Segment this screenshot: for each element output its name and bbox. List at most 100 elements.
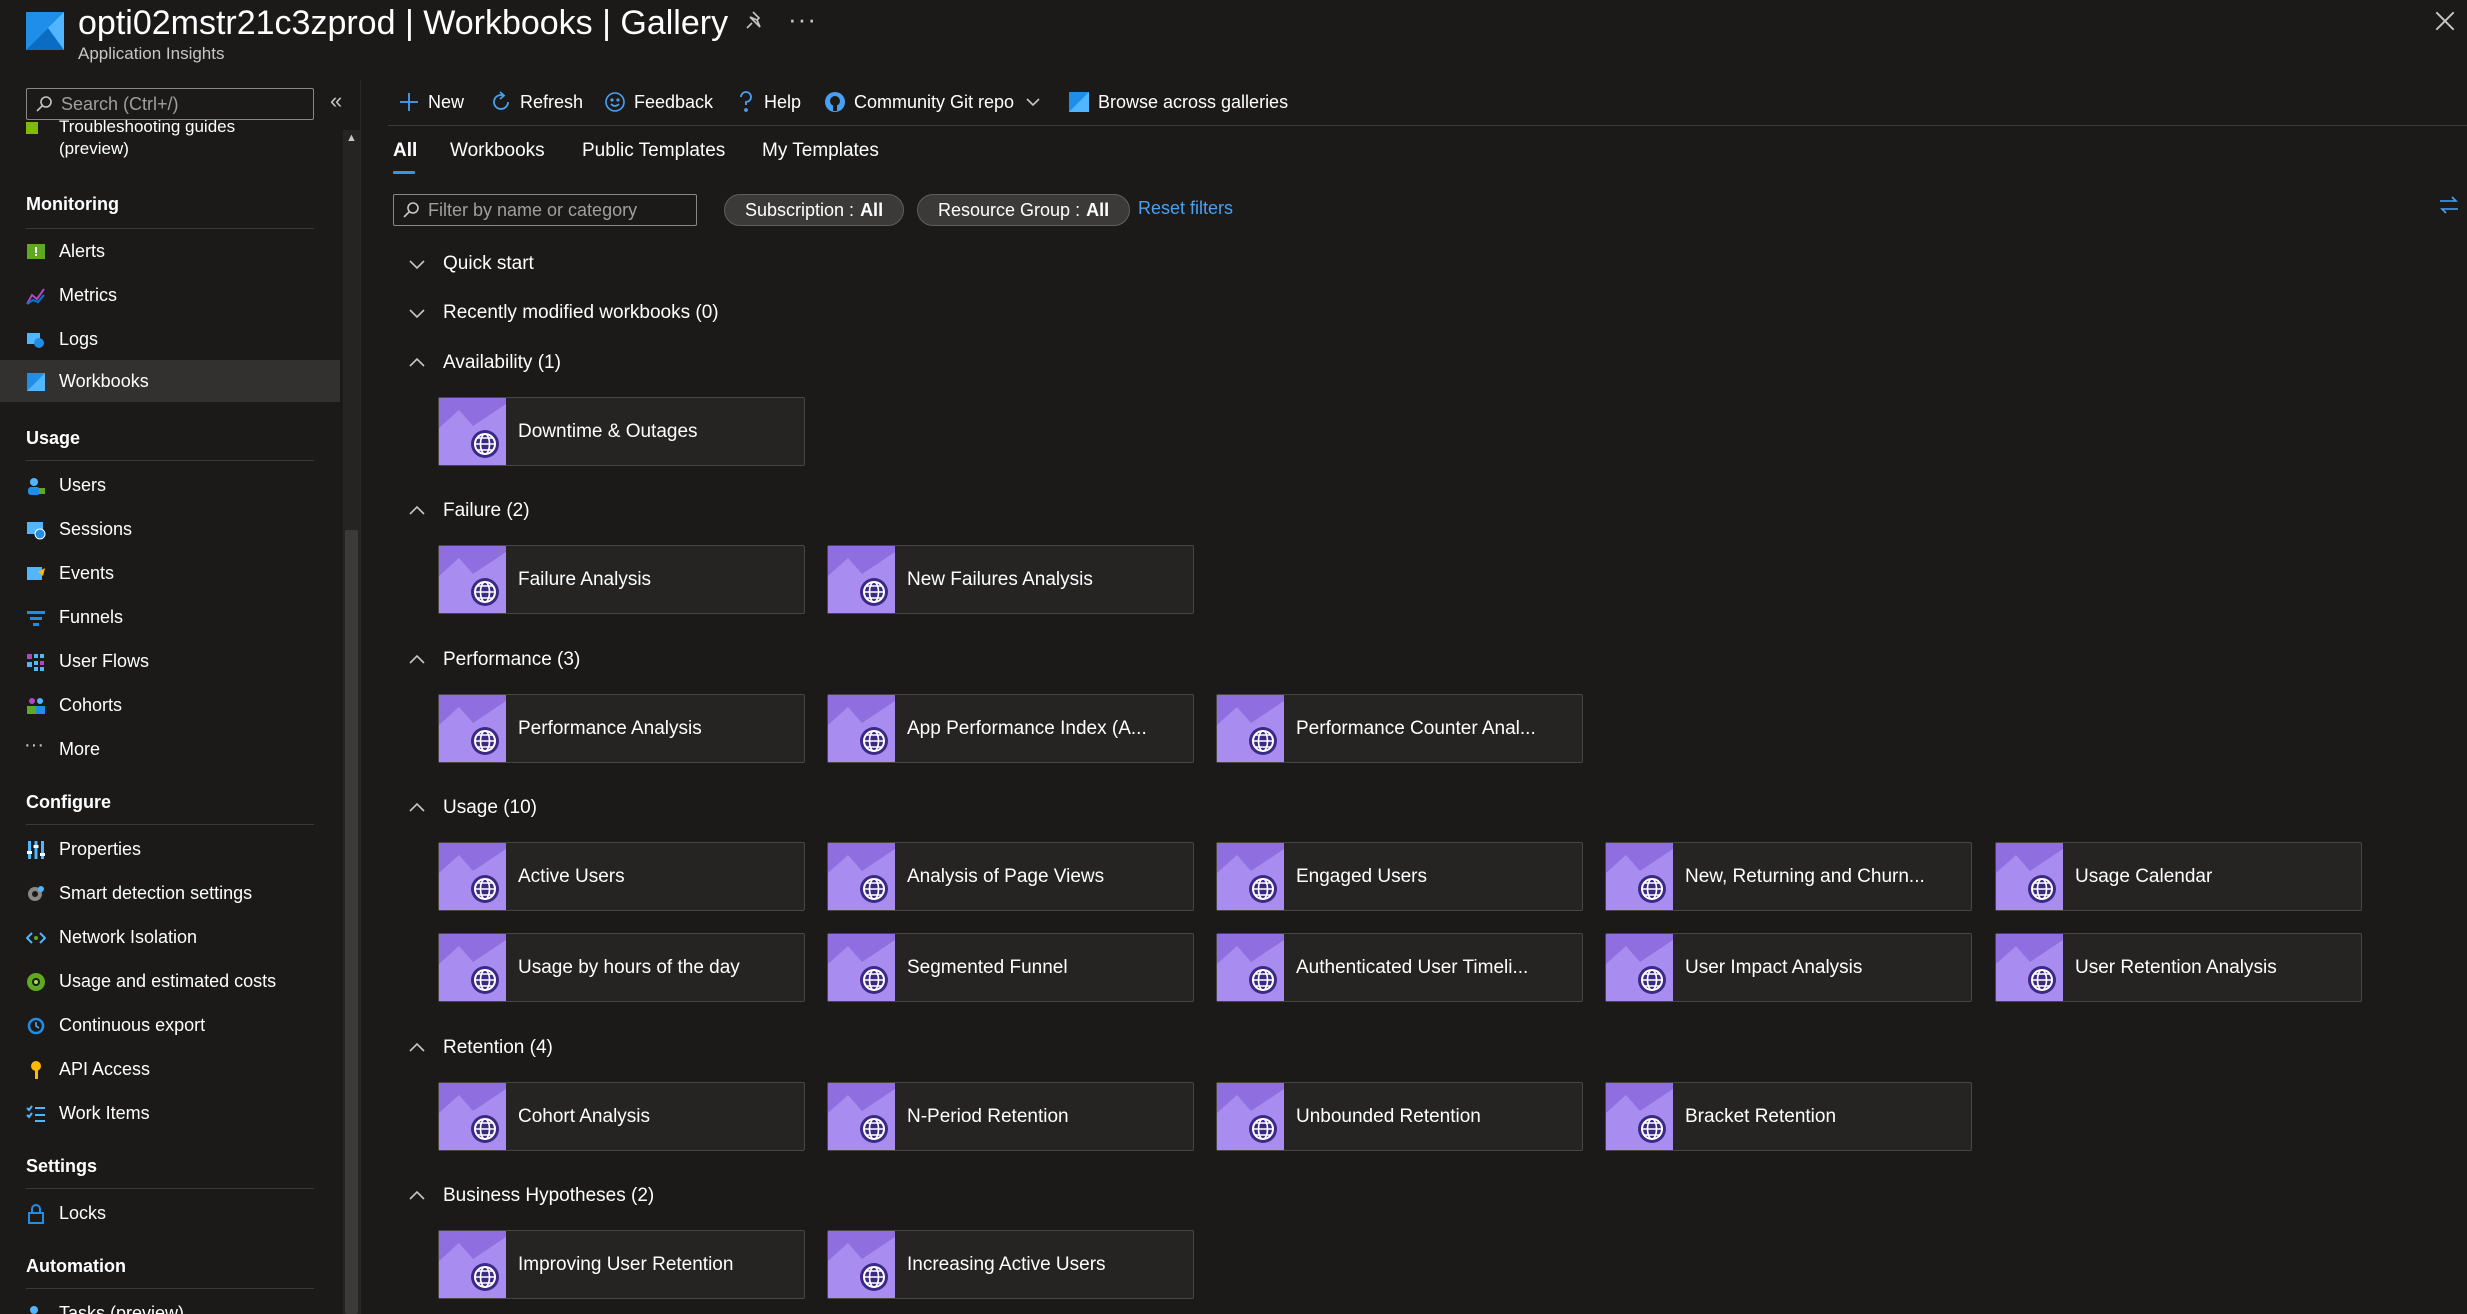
workbook-card-performance-analysis[interactable]: Performance Analysis <box>438 694 805 763</box>
tab-public-templates[interactable]: Public Templates <box>582 140 725 162</box>
sidebar-item-funnels[interactable]: Funnels <box>0 596 340 638</box>
workbook-card-n-period-retention[interactable]: N-Period Retention <box>827 1082 1194 1151</box>
sidebar-item-continuous-export[interactable]: Continuous export <box>0 1004 340 1046</box>
section-divider <box>26 1288 314 1289</box>
workbook-card-bracket-retention[interactable]: Bracket Retention <box>1605 1082 1972 1151</box>
workbook-card-new-failures[interactable]: New Failures Analysis <box>827 545 1194 614</box>
filter-input[interactable] <box>426 197 692 223</box>
active-tab-indicator <box>393 171 415 174</box>
workbook-card-user-retention[interactable]: User Retention Analysis <box>1995 933 2362 1002</box>
group-retention[interactable]: Retention (4) <box>405 1033 553 1063</box>
pin-icon[interactable] <box>744 8 768 34</box>
workbook-card-engaged-users[interactable]: Engaged Users <box>1216 842 1583 911</box>
filter-search[interactable] <box>393 194 697 226</box>
workbook-template-icon <box>1606 934 1673 1001</box>
group-availability[interactable]: Availability (1) <box>405 348 561 378</box>
sidebar-item-work-items[interactable]: Work Items <box>0 1092 340 1134</box>
group-label: Failure (2) <box>443 500 530 521</box>
sidebar-item-users[interactable]: Users <box>0 464 340 506</box>
subscription-filter-pill[interactable]: Subscription : All <box>724 194 905 226</box>
workbook-card-usage-hours[interactable]: Usage by hours of the day <box>438 933 805 1002</box>
sidebar-item-properties[interactable]: Properties <box>0 828 340 870</box>
browse-galleries-button[interactable]: Browse across galleries <box>1068 80 1288 124</box>
sidebar-item-cohorts[interactable]: Cohorts <box>0 684 340 726</box>
sidebar-item-events[interactable]: Events <box>0 552 340 594</box>
sidebar-item-locks[interactable]: Locks <box>0 1192 340 1234</box>
workbook-card-user-impact[interactable]: User Impact Analysis <box>1605 933 1972 1002</box>
more-options-icon[interactable]: ··· <box>788 4 817 35</box>
sidebar-item-usage-costs[interactable]: Usage and estimated costs <box>0 960 340 1002</box>
feedback-button[interactable]: Feedback <box>604 80 713 124</box>
sidebar-scrollbar[interactable]: ▲ <box>343 130 360 1314</box>
reset-filters-link[interactable]: Reset filters <box>1138 198 1233 219</box>
scrollbar-thumb[interactable] <box>345 530 358 1314</box>
help-button[interactable]: Help <box>736 80 801 124</box>
group-label: Performance (3) <box>443 649 581 670</box>
workbook-card-title: Increasing Active Users <box>907 1254 1106 1275</box>
group-usage[interactable]: Usage (10) <box>405 793 537 823</box>
sidebar-item-tasks[interactable]: Tasks (preview) <box>0 1292 340 1314</box>
sidebar-item-alerts[interactable]: Alerts <box>0 230 340 272</box>
sidebar-item-metrics[interactable]: Metrics <box>0 274 340 316</box>
workbook-card-app-performance-index[interactable]: App Performance Index (A... <box>827 694 1194 763</box>
workbook-card-new-returning[interactable]: New, Returning and Churn... <box>1605 842 1972 911</box>
sidebar-item-sessions[interactable]: Sessions <box>0 508 340 550</box>
events-icon <box>27 567 45 580</box>
community-git-repo-label: Community Git repo <box>854 91 1015 112</box>
group-performance[interactable]: Performance (3) <box>405 645 580 675</box>
workbook-card-performance-counter[interactable]: Performance Counter Anal... <box>1216 694 1583 763</box>
scroll-up-icon[interactable]: ▲ <box>346 132 357 144</box>
sidebar-item-network-isolation[interactable]: Network Isolation <box>0 916 340 958</box>
workbook-card-auth-user-timeline[interactable]: Authenticated User Timeli... <box>1216 933 1583 1002</box>
sidebar-item-smart-detection[interactable]: Smart detection settings <box>0 872 340 914</box>
sidebar-item-api-access[interactable]: API Access <box>0 1048 340 1090</box>
resource-group-filter-pill[interactable]: Resource Group : All <box>917 194 1131 226</box>
group-business-hypotheses[interactable]: Business Hypotheses (2) <box>405 1181 654 1211</box>
sidebar-item-label: Funnels <box>59 606 124 627</box>
new-button-label: New <box>428 91 465 112</box>
new-button[interactable]: New <box>398 80 464 124</box>
workbook-card-title: Usage Calendar <box>2075 866 2213 887</box>
tab-workbooks[interactable]: Workbooks <box>450 140 545 162</box>
group-quick-start[interactable]: Quick start <box>405 249 534 279</box>
workbook-card-downtime[interactable]: Downtime & Outages <box>438 397 805 466</box>
workbook-card-active-users[interactable]: Active Users <box>438 842 805 911</box>
chevron-down-icon <box>409 260 425 270</box>
workbook-template-icon <box>439 934 506 1001</box>
workbook-card-segmented-funnel[interactable]: Segmented Funnel <box>827 933 1194 1002</box>
workbook-card-unbounded-retention[interactable]: Unbounded Retention <box>1216 1082 1583 1151</box>
workbook-card-title: N-Period Retention <box>907 1106 1069 1127</box>
page-title: opti02mstr21c3zprod | Workbooks | Galler… <box>78 4 729 42</box>
workbook-card-improving-retention[interactable]: Improving User Retention <box>438 1230 805 1299</box>
sidebar-item-troubleshooting[interactable]: Troubleshooting guides (preview) <box>59 116 235 160</box>
tab-my-templates[interactable]: My Templates <box>762 140 879 162</box>
sidebar-item-label: Sessions <box>59 518 133 539</box>
group-failure[interactable]: Failure (2) <box>405 496 530 526</box>
group-label: Usage (10) <box>443 797 537 818</box>
sidebar-item-user-flows[interactable]: User Flows <box>0 640 340 682</box>
sidebar-item-more[interactable]: ··· More <box>0 728 340 770</box>
workbook-card-increasing-active-users[interactable]: Increasing Active Users <box>827 1230 1194 1299</box>
sidebar-item-workbooks[interactable]: Workbooks <box>0 360 340 402</box>
workbook-card-cohort-analysis[interactable]: Cohort Analysis <box>438 1082 805 1151</box>
swap-arrows-icon[interactable] <box>2438 194 2460 216</box>
logs-icon <box>27 333 44 348</box>
workbook-template-icon <box>439 546 506 613</box>
workbooks-icon <box>27 373 45 391</box>
chevron-down-icon <box>1026 98 1040 107</box>
more-dots-icon: ··· <box>24 734 44 756</box>
close-icon[interactable] <box>2432 8 2458 34</box>
section-configure: Configure <box>26 792 111 812</box>
workbook-card-page-views[interactable]: Analysis of Page Views <box>827 842 1194 911</box>
community-git-repo-dropdown[interactable]: Community Git repo <box>824 80 1050 124</box>
tab-all[interactable]: All <box>393 140 417 162</box>
workbook-card-title: Usage by hours of the day <box>518 957 740 978</box>
workbook-card-failure-analysis[interactable]: Failure Analysis <box>438 545 805 614</box>
sidebar-item-logs[interactable]: Logs <box>0 318 340 360</box>
workbook-card-usage-calendar[interactable]: Usage Calendar <box>1995 842 2362 911</box>
section-settings: Settings <box>26 1156 98 1176</box>
refresh-button[interactable]: Refresh <box>490 80 583 124</box>
group-recently-modified[interactable]: Recently modified workbooks (0) <box>405 298 719 328</box>
user-flows-icon <box>27 654 44 671</box>
sidebar-item-label: Continuous export <box>59 1014 206 1035</box>
